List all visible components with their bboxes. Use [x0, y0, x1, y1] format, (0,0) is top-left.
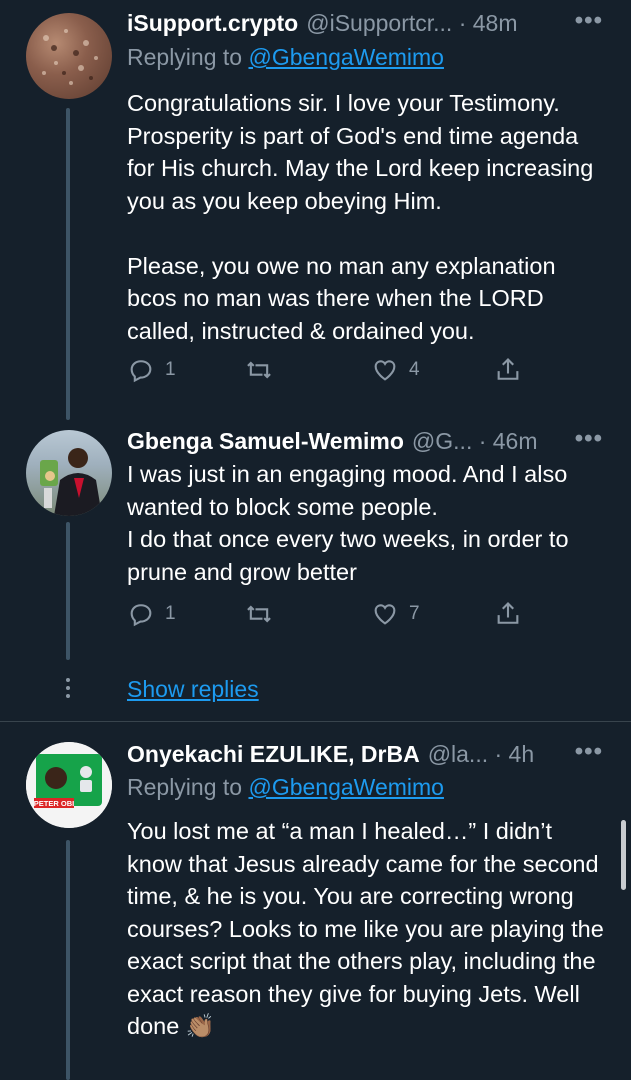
thread-line: [66, 108, 70, 420]
tweet-actions: 1 4: [127, 356, 527, 390]
reply-count: 1: [165, 603, 176, 624]
retweet-icon: [247, 605, 271, 623]
reply-icon: [130, 604, 152, 627]
tweet-header: iSupport.crypto @iSupportcr... · 48m •••: [127, 6, 611, 40]
display-name[interactable]: iSupport.crypto: [127, 10, 298, 37]
like-button[interactable]: 7: [371, 600, 420, 628]
tweet-header: Gbenga Samuel-Wemimo @G... · 46m •••: [127, 424, 611, 458]
share-icon: [497, 358, 519, 380]
reply-button[interactable]: 1: [127, 356, 176, 384]
tweet-text: Congratulations sir. I love your Testimo…: [127, 90, 594, 344]
heart-icon: [374, 360, 396, 381]
handle-time: @la... · 4h: [427, 740, 535, 767]
share-icon: [497, 602, 519, 624]
reply-button[interactable]: 1: [127, 600, 176, 628]
like-button[interactable]: 4: [371, 356, 420, 384]
retweet-button[interactable]: [245, 356, 273, 384]
tweet-text: You lost me at “a man I healed…” I didn’…: [127, 818, 611, 1039]
tweet-2[interactable]: Gbenga Samuel-Wemimo @G... · 46m ••• I w…: [0, 420, 631, 720]
avatar-gbenga[interactable]: [26, 430, 112, 516]
replying-to: Replying to @GbengaWemimo: [127, 774, 444, 800]
avatar-peter-obi-label: PETER OBI: [34, 799, 74, 808]
avatar-isupport[interactable]: [26, 13, 112, 99]
replying-to-link[interactable]: @GbengaWemimo: [248, 774, 444, 800]
thread-line: [66, 840, 70, 1080]
more-options-icon[interactable]: •••: [575, 737, 603, 767]
tweet-3[interactable]: PETER OBI Onyekachi EZULIKE, DrBA @la...…: [0, 722, 631, 1080]
retweet-icon: [247, 361, 271, 379]
replying-to: Replying to @GbengaWemimo: [127, 44, 444, 70]
retweet-button[interactable]: [245, 600, 273, 628]
avatar-onyekachi[interactable]: PETER OBI: [26, 742, 112, 828]
handle-time: @G... · 46m: [411, 427, 538, 454]
more-options-icon[interactable]: •••: [575, 6, 603, 36]
reply-count: 1: [165, 359, 176, 380]
tweet-actions: 1 7: [127, 600, 527, 634]
share-button[interactable]: [494, 356, 522, 384]
share-button[interactable]: [494, 600, 522, 628]
handle-time: @iSupportcr... · 48m: [306, 9, 518, 36]
reply-icon: [130, 360, 152, 383]
replying-to-link[interactable]: @GbengaWemimo: [248, 44, 444, 70]
heart-icon: [374, 604, 396, 625]
show-replies-link[interactable]: Show replies: [127, 676, 259, 703]
like-count: 4: [409, 359, 420, 380]
more-options-icon[interactable]: •••: [575, 424, 603, 454]
tweet-1[interactable]: iSupport.crypto @iSupportcr... · 48m •••…: [0, 0, 631, 420]
thread-more-dots-icon: [66, 678, 70, 702]
scrollbar[interactable]: [621, 820, 626, 890]
tweet-header: Onyekachi EZULIKE, DrBA @la... · 4h •••: [127, 737, 611, 771]
display-name[interactable]: Gbenga Samuel-Wemimo: [127, 428, 404, 455]
thread-line: [66, 522, 70, 660]
display-name[interactable]: Onyekachi EZULIKE, DrBA: [127, 741, 420, 768]
like-count: 7: [409, 603, 420, 624]
tweet-text: I was just in an engaging mood. And I al…: [127, 461, 569, 585]
